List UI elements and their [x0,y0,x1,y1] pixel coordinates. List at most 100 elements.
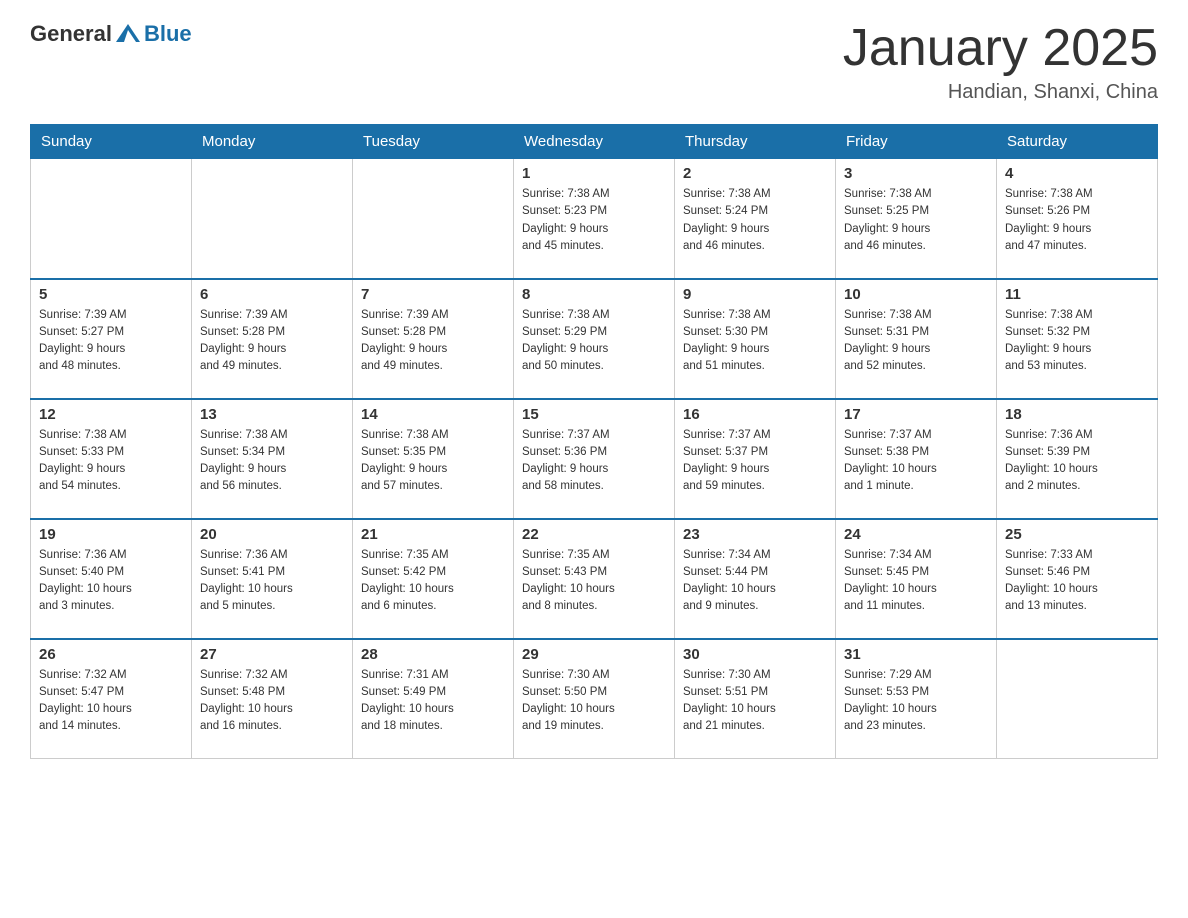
calendar-cell: 11Sunrise: 7:38 AM Sunset: 5:32 PM Dayli… [997,279,1158,399]
day-info: Sunrise: 7:38 AM Sunset: 5:31 PM Dayligh… [844,307,988,376]
day-number: 5 [39,286,183,303]
day-info: Sunrise: 7:38 AM Sunset: 5:29 PM Dayligh… [522,307,666,376]
calendar-cell: 6 Sunrise: 7:39 AM Sunset: 5:28 PM Daylig… [192,279,353,399]
day-number: 23 [683,526,827,543]
calendar-cell: 2Sunrise: 7:38 AM Sunset: 5:24 PM Daylig… [675,159,836,279]
calendar-cell: 18 Sunrise: 7:36 AM Sunset: 5:39 PM Dayli… [997,399,1158,519]
day-info: Sunrise: 7:38 AM Sunset: 5:26 PM Dayligh… [1005,186,1149,255]
calendar-week-row: 26 Sunrise: 7:32 AM Sunset: 5:47 PM Dayli… [31,639,1158,759]
day-number: 22 [522,526,666,543]
weekday-header-wednesday: Wednesday [514,125,675,159]
day-info: Sunrise: 7:36 AM Sunset: 5:39 PM Dayligh… [1005,427,1149,496]
page-header: General Blue January 2025 Handian, Shanx… [30,20,1158,104]
day-number: 16 [683,406,827,423]
day-number: 4 [1005,165,1149,182]
day-info: Sunrise: 7:39 AM Sunset: 5:28 PM Dayligh… [200,307,344,376]
day-info: Sunrise: 7:32 AM Sunset: 5:47 PM Dayligh… [39,667,183,736]
weekday-header-sunday: Sunday [31,125,192,159]
calendar-cell: 4 Sunrise: 7:38 AM Sunset: 5:26 PM Daylig… [997,159,1158,279]
day-number: 12 [39,406,183,423]
calendar-cell [997,639,1158,759]
day-number: 27 [200,646,344,663]
day-info: Sunrise: 7:35 AM Sunset: 5:42 PM Dayligh… [361,547,505,616]
calendar-cell: 16Sunrise: 7:37 AM Sunset: 5:37 PM Dayli… [675,399,836,519]
calendar-week-row: 19 Sunrise: 7:36 AM Sunset: 5:40 PM Dayli… [31,519,1158,639]
calendar-cell: 23 Sunrise: 7:34 AM Sunset: 5:44 PM Dayli… [675,519,836,639]
calendar-cell [192,159,353,279]
weekday-header-monday: Monday [192,125,353,159]
month-year-title: January 2025 [843,20,1158,77]
weekday-header-friday: Friday [836,125,997,159]
calendar-cell: 5 Sunrise: 7:39 AM Sunset: 5:27 PM Daylig… [31,279,192,399]
calendar-cell: 27 Sunrise: 7:32 AM Sunset: 5:48 PM Dayli… [192,639,353,759]
day-info: Sunrise: 7:30 AM Sunset: 5:51 PM Dayligh… [683,667,827,736]
calendar-cell: 29 Sunrise: 7:30 AM Sunset: 5:50 PM Dayli… [514,639,675,759]
calendar-cell: 20 Sunrise: 7:36 AM Sunset: 5:41 PM Dayli… [192,519,353,639]
day-number: 1 [522,165,666,182]
calendar-week-row: 1 Sunrise: 7:38 AM Sunset: 5:23 PM Daylig… [31,159,1158,279]
day-number: 6 [200,286,344,303]
logo-blue-text: Blue [144,21,192,47]
day-number: 24 [844,526,988,543]
weekday-header-thursday: Thursday [675,125,836,159]
day-info: Sunrise: 7:32 AM Sunset: 5:48 PM Dayligh… [200,667,344,736]
calendar-cell: 12 Sunrise: 7:38 AM Sunset: 5:33 PM Dayli… [31,399,192,519]
day-number: 30 [683,646,827,663]
calendar-cell [31,159,192,279]
calendar-cell: 22Sunrise: 7:35 AM Sunset: 5:43 PM Dayli… [514,519,675,639]
day-number: 19 [39,526,183,543]
weekday-header-saturday: Saturday [997,125,1158,159]
calendar-cell: 21Sunrise: 7:35 AM Sunset: 5:42 PM Dayli… [353,519,514,639]
day-info: Sunrise: 7:38 AM Sunset: 5:30 PM Dayligh… [683,307,827,376]
day-info: Sunrise: 7:37 AM Sunset: 5:38 PM Dayligh… [844,427,988,496]
day-number: 7 [361,286,505,303]
title-block: January 2025 Handian, Shanxi, China [843,20,1158,104]
day-info: Sunrise: 7:39 AM Sunset: 5:28 PM Dayligh… [361,307,505,376]
day-info: Sunrise: 7:38 AM Sunset: 5:35 PM Dayligh… [361,427,505,496]
calendar-cell: 13Sunrise: 7:38 AM Sunset: 5:34 PM Dayli… [192,399,353,519]
calendar-cell: 8Sunrise: 7:38 AM Sunset: 5:29 PM Daylig… [514,279,675,399]
calendar-cell: 7 Sunrise: 7:39 AM Sunset: 5:28 PM Daylig… [353,279,514,399]
calendar-cell: 31Sunrise: 7:29 AM Sunset: 5:53 PM Dayli… [836,639,997,759]
calendar-cell: 25 Sunrise: 7:33 AM Sunset: 5:46 PM Dayli… [997,519,1158,639]
logo: General Blue [30,20,192,48]
day-info: Sunrise: 7:30 AM Sunset: 5:50 PM Dayligh… [522,667,666,736]
calendar-week-row: 12 Sunrise: 7:38 AM Sunset: 5:33 PM Dayli… [31,399,1158,519]
day-number: 26 [39,646,183,663]
day-info: Sunrise: 7:39 AM Sunset: 5:27 PM Dayligh… [39,307,183,376]
day-info: Sunrise: 7:31 AM Sunset: 5:49 PM Dayligh… [361,667,505,736]
day-number: 18 [1005,406,1149,423]
day-info: Sunrise: 7:34 AM Sunset: 5:44 PM Dayligh… [683,547,827,616]
logo-icon [114,20,142,48]
day-info: Sunrise: 7:38 AM Sunset: 5:23 PM Dayligh… [522,186,666,255]
calendar-cell: 14 Sunrise: 7:38 AM Sunset: 5:35 PM Dayli… [353,399,514,519]
calendar-cell: 26 Sunrise: 7:32 AM Sunset: 5:47 PM Dayli… [31,639,192,759]
calendar-cell: 17Sunrise: 7:37 AM Sunset: 5:38 PM Dayli… [836,399,997,519]
day-info: Sunrise: 7:34 AM Sunset: 5:45 PM Dayligh… [844,547,988,616]
day-number: 20 [200,526,344,543]
calendar-cell: 30 Sunrise: 7:30 AM Sunset: 5:51 PM Dayli… [675,639,836,759]
calendar-table: SundayMondayTuesdayWednesdayThursdayFrid… [30,124,1158,759]
day-info: Sunrise: 7:33 AM Sunset: 5:46 PM Dayligh… [1005,547,1149,616]
day-info: Sunrise: 7:38 AM Sunset: 5:33 PM Dayligh… [39,427,183,496]
day-number: 14 [361,406,505,423]
logo-general-text: General [30,21,112,47]
calendar-cell: 24 Sunrise: 7:34 AM Sunset: 5:45 PM Dayli… [836,519,997,639]
calendar-cell: 15Sunrise: 7:37 AM Sunset: 5:36 PM Dayli… [514,399,675,519]
calendar-cell: 10 Sunrise: 7:38 AM Sunset: 5:31 PM Dayli… [836,279,997,399]
day-info: Sunrise: 7:36 AM Sunset: 5:41 PM Dayligh… [200,547,344,616]
day-number: 28 [361,646,505,663]
day-number: 2 [683,165,827,182]
calendar-cell: 3Sunrise: 7:38 AM Sunset: 5:25 PM Daylig… [836,159,997,279]
calendar-cell [353,159,514,279]
location-subtitle: Handian, Shanxi, China [843,81,1158,104]
calendar-week-row: 5 Sunrise: 7:39 AM Sunset: 5:27 PM Daylig… [31,279,1158,399]
weekday-header-row: SundayMondayTuesdayWednesdayThursdayFrid… [31,125,1158,159]
day-info: Sunrise: 7:37 AM Sunset: 5:36 PM Dayligh… [522,427,666,496]
calendar-cell: 28 Sunrise: 7:31 AM Sunset: 5:49 PM Dayli… [353,639,514,759]
day-number: 29 [522,646,666,663]
day-number: 13 [200,406,344,423]
day-info: Sunrise: 7:36 AM Sunset: 5:40 PM Dayligh… [39,547,183,616]
day-number: 10 [844,286,988,303]
day-number: 25 [1005,526,1149,543]
